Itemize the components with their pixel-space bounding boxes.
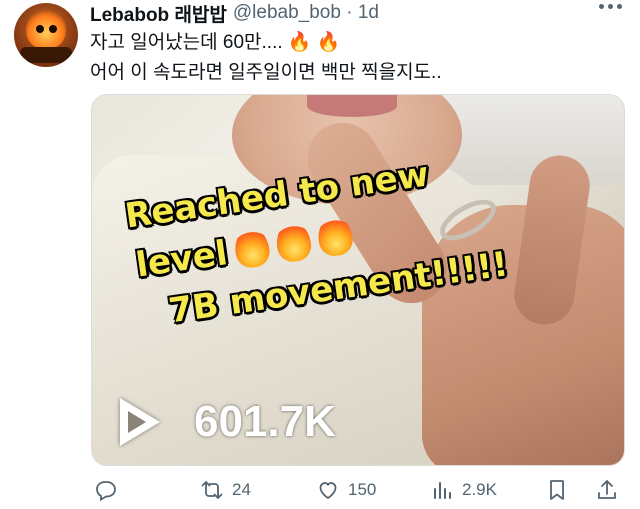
more-dots-icon[interactable] xyxy=(599,4,622,9)
tweet-text: 자고 일어났는데 60만.... 🔥 🔥 어어 이 속도라면 일주일이면 백만 … xyxy=(90,28,620,88)
heart-icon xyxy=(319,482,337,499)
avatar[interactable] xyxy=(14,3,78,67)
tweet-actions: 24 150 2.9K xyxy=(90,478,624,506)
fire-icon xyxy=(315,213,355,258)
tweet-header: Lebabob 래밥밥 @lebab_bob · 1d xyxy=(90,0,379,26)
tweet-video[interactable]: Reached to new level 7B movement!!!!! 60… xyxy=(91,94,625,466)
calcifer-flame xyxy=(26,9,66,49)
reply-icon xyxy=(96,481,116,502)
play-icon-inner xyxy=(128,411,146,433)
lips xyxy=(307,95,397,117)
views-count: 2.9K xyxy=(462,480,497,499)
tweet-text-line-1: 자고 일어났는데 60만.... 🔥 🔥 xyxy=(90,32,341,53)
views-button[interactable]: 2.9K xyxy=(430,478,497,502)
video-view-count: 601.7K xyxy=(194,397,336,446)
avatar-base xyxy=(20,47,72,63)
like-count: 150 xyxy=(348,480,377,499)
reply-button[interactable] xyxy=(94,478,126,502)
avatar-eye-left xyxy=(36,25,44,33)
display-name[interactable]: Lebabob 래밥밥 xyxy=(90,0,227,27)
retweet-count: 24 xyxy=(232,480,251,499)
retweet-button[interactable]: 24 xyxy=(200,478,251,502)
bookmark-button[interactable] xyxy=(545,478,569,502)
retweet-icon xyxy=(201,481,223,499)
fire-icon xyxy=(273,218,313,264)
handle-and-time[interactable]: @lebab_bob · 1d xyxy=(233,2,379,24)
overlay-line-2-text: level xyxy=(133,233,230,286)
fire-icon xyxy=(231,224,272,270)
tweet-text-line-2: 어어 이 속도라면 일주일이면 백만 찍을지도.. xyxy=(90,62,442,83)
bookmark-icon xyxy=(550,480,564,500)
avatar-eye-right xyxy=(49,25,57,33)
like-button[interactable]: 150 xyxy=(316,478,376,502)
bar-chart-icon xyxy=(434,482,451,499)
share-button[interactable] xyxy=(595,478,619,502)
share-icon xyxy=(598,480,616,499)
